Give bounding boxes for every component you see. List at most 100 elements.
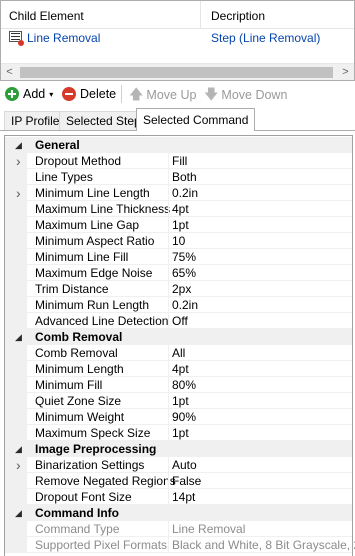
property-value[interactable]: 4pt <box>172 201 189 217</box>
arrow-up-icon: 🡅 <box>129 86 144 102</box>
column-divider <box>168 409 169 425</box>
property-value: Line Removal <box>172 522 246 536</box>
property-name: Remove Negated Regions <box>35 474 176 488</box>
property-name: Maximum Speck Size <box>35 426 151 440</box>
property-row[interactable]: › Minimum Line Length 0.2in <box>5 185 352 201</box>
scroll-thumb[interactable] <box>20 67 333 78</box>
description-cell[interactable]: Step (Line Removal) <box>211 29 320 47</box>
property-value[interactable]: 80% <box>172 377 196 393</box>
row-gutter <box>5 169 27 185</box>
category-row[interactable]: ◢ Comb Removal <box>5 329 352 345</box>
property-value[interactable]: Off <box>172 313 188 329</box>
property-value[interactable]: 4pt <box>172 361 189 377</box>
delete-icon <box>62 87 76 101</box>
column-divider <box>168 489 169 505</box>
collapse-icon[interactable]: ◢ <box>15 505 22 521</box>
scroll-right-icon[interactable]: > <box>337 64 354 81</box>
column-header-child-element[interactable]: Child Element <box>1 1 201 29</box>
toolbar: Add ▾ Delete 🡅 Move Up 🡇 Move Down <box>0 82 355 106</box>
row-gutter <box>5 425 27 441</box>
column-divider <box>168 377 169 393</box>
tab-ip-profile[interactable]: IP Profile <box>4 111 67 131</box>
property-value[interactable]: Both <box>172 169 197 185</box>
property-value[interactable]: Auto <box>172 457 197 473</box>
add-button[interactable]: Add ▾ <box>5 84 53 104</box>
property-value[interactable]: 2px <box>172 281 191 297</box>
property-value[interactable]: 14pt <box>172 489 195 505</box>
horizontal-scrollbar[interactable]: < > <box>1 63 354 80</box>
property-row[interactable]: Supported Pixel Formats Black and White, … <box>5 537 355 553</box>
move-up-button[interactable]: 🡅 Move Up <box>129 84 196 104</box>
collapse-icon[interactable]: ◢ <box>15 137 22 153</box>
property-row[interactable]: Maximum Speck Size 1pt <box>5 425 352 441</box>
property-value[interactable]: False <box>172 473 201 489</box>
property-name: Dropout Font Size <box>35 490 132 504</box>
chevron-down-icon[interactable]: ▾ <box>49 90 53 99</box>
property-name: Maximum Edge Noise <box>35 266 153 280</box>
property-name: Minimum Weight <box>35 410 125 424</box>
collapse-icon[interactable]: ◢ <box>15 329 22 345</box>
column-divider <box>168 217 169 233</box>
property-row[interactable]: Minimum Length 4pt <box>5 361 352 377</box>
property-row[interactable]: Maximum Edge Noise 65% <box>5 265 352 281</box>
property-name: Minimum Run Length <box>35 298 150 312</box>
row-gutter <box>5 217 27 233</box>
expand-icon[interactable]: › <box>16 185 21 201</box>
property-row[interactable]: Minimum Run Length 0.2in <box>5 297 352 313</box>
move-down-button[interactable]: 🡇 Move Down <box>204 84 287 104</box>
property-row[interactable]: Command Type Line Removal <box>5 521 352 537</box>
property-value[interactable]: 90% <box>172 409 196 425</box>
property-value[interactable]: 0.2in <box>172 185 198 201</box>
column-divider <box>168 393 169 409</box>
collapse-icon[interactable]: ◢ <box>15 441 22 457</box>
property-row[interactable]: Minimum Fill 80% <box>5 377 352 393</box>
property-value[interactable]: 0.2in <box>172 297 198 313</box>
add-icon <box>5 87 19 101</box>
category-label: Comb Removal <box>35 330 123 344</box>
property-row[interactable]: Remove Negated Regions False <box>5 473 352 489</box>
child-element-list[interactable]: Child Element Decription Line Removal St… <box>0 0 355 81</box>
category-row[interactable]: ◢ Command Info <box>5 505 352 521</box>
property-value[interactable]: All <box>172 345 185 361</box>
property-value[interactable]: 1pt <box>172 217 189 233</box>
property-row[interactable]: Maximum Line Gap 1pt <box>5 217 352 233</box>
category-row[interactable]: ◢ General <box>5 137 352 153</box>
property-row[interactable]: Minimum Line Fill 75% <box>5 249 352 265</box>
property-value[interactable]: 65% <box>172 265 196 281</box>
expand-icon[interactable]: › <box>16 153 21 169</box>
property-name: Supported Pixel Formats <box>35 538 168 552</box>
property-row[interactable]: Comb Removal All <box>5 345 352 361</box>
column-divider <box>168 345 169 361</box>
property-name: Minimum Length <box>35 362 124 376</box>
property-row[interactable]: › Binarization Settings Auto <box>5 457 352 473</box>
tab-selected-step[interactable]: Selected Step <box>59 111 148 131</box>
tab-selected-command[interactable]: Selected Command <box>136 108 256 131</box>
column-header-description[interactable]: Decription <box>201 1 354 29</box>
property-value[interactable]: 1pt <box>172 425 189 441</box>
column-divider <box>168 313 169 329</box>
property-row[interactable]: Trim Distance 2px <box>5 281 352 297</box>
property-row[interactable]: Minimum Weight 90% <box>5 409 352 425</box>
child-element-cell[interactable]: Line Removal <box>9 29 100 47</box>
property-name: Minimum Aspect Ratio <box>35 234 155 248</box>
property-value[interactable]: 10 <box>172 233 185 249</box>
property-row[interactable]: › Dropout Method Fill <box>5 153 352 169</box>
property-row[interactable]: Dropout Font Size 14pt <box>5 489 352 505</box>
delete-label: Delete <box>80 87 117 101</box>
property-value[interactable]: 75% <box>172 249 196 265</box>
property-value[interactable]: Fill <box>172 153 187 169</box>
scroll-left-icon[interactable]: < <box>1 64 18 81</box>
column-divider <box>168 185 169 201</box>
property-row[interactable]: Quiet Zone Size 1pt <box>5 393 352 409</box>
delete-button[interactable]: Delete <box>62 84 116 104</box>
expand-icon[interactable]: › <box>16 457 21 473</box>
property-row[interactable]: Minimum Aspect Ratio 10 <box>5 233 352 249</box>
property-row[interactable]: Line Types Both <box>5 169 352 185</box>
column-divider <box>168 249 169 265</box>
property-value[interactable]: 1pt <box>172 393 189 409</box>
list-row[interactable]: Line Removal Step (Line Removal) <box>1 29 354 47</box>
property-row[interactable]: Maximum Line Thickness 4pt <box>5 201 352 217</box>
category-row[interactable]: ◢ Image Preprocessing <box>5 441 352 457</box>
property-row[interactable]: Advanced Line Detection Off <box>5 313 352 329</box>
property-grid[interactable]: ◢ General › Dropout Method Fill Line Types Bot… <box>4 135 355 556</box>
